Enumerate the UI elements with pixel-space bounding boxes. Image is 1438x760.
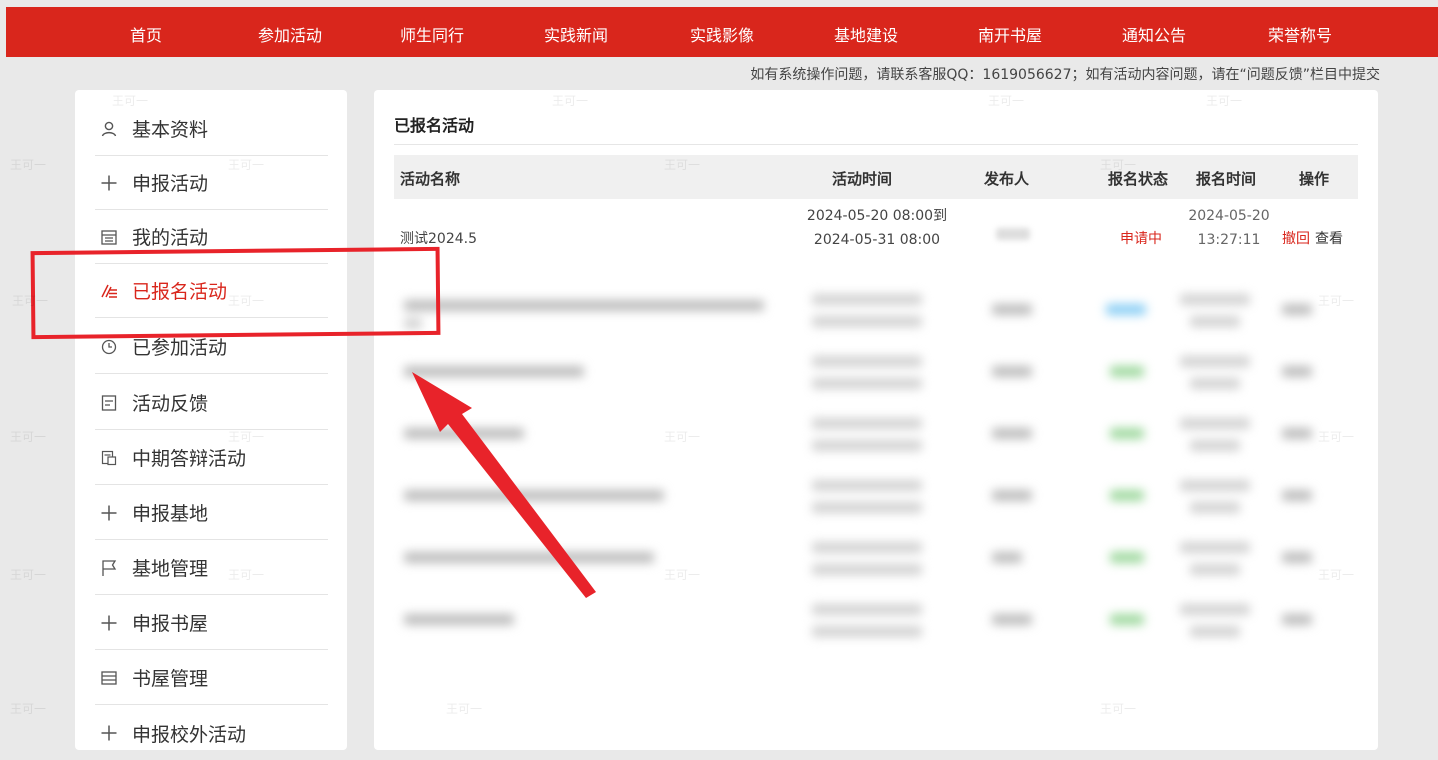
table-row: [394, 592, 1358, 652]
row-signup-time: 2024-05-20 13:27:11: [1184, 204, 1274, 252]
view-button[interactable]: 查看: [1315, 228, 1343, 248]
row-activity-time: 2024-05-20 08:00到 2024-05-31 08:00: [792, 204, 962, 252]
sidebar-item-activity-feedback[interactable]: 活动反馈: [95, 376, 328, 430]
user-icon: [98, 118, 120, 140]
table-row: [394, 344, 1358, 404]
sidebar-item-midterm-defense[interactable]: 中期答辩活动: [95, 431, 328, 485]
nav-honors[interactable]: 荣誉称号: [1268, 22, 1332, 46]
row-activity-name: 测试2024.5: [400, 231, 477, 247]
nav-base-building[interactable]: 基地建设: [834, 22, 898, 46]
sidebar-item-label: 书屋管理: [132, 668, 209, 690]
row-publisher-blurred: [996, 228, 1030, 240]
clock-icon: [98, 336, 120, 358]
col-activity-name: 活动名称: [400, 170, 461, 188]
sidebar: 基本资料 申报活动 我的活动 已报名活动 已参加活动 活动反馈 中期答辩活动 申…: [75, 90, 347, 750]
plus-icon: [98, 502, 120, 524]
nav-nankai-bookhouse[interactable]: 南开书屋: [978, 22, 1042, 46]
nav-practice-images[interactable]: 实践影像: [690, 22, 754, 46]
panel-title: 已报名活动: [394, 116, 475, 135]
table-row: [394, 282, 1358, 342]
watermark-text: 王可一: [10, 158, 47, 172]
sidebar-item-apply-external-activity[interactable]: 申报校外活动: [95, 706, 328, 760]
sidebar-item-label: 我的活动: [132, 227, 209, 249]
nav-announcements[interactable]: 通知公告: [1122, 22, 1186, 46]
col-publisher: 发布人: [984, 170, 1030, 188]
watermark-text: 王可一: [10, 568, 47, 582]
col-activity-time: 活动时间: [832, 170, 893, 188]
col-signup-time: 报名时间: [1196, 170, 1257, 188]
col-signup-status: 报名状态: [1108, 170, 1169, 188]
blurred-rows: [394, 282, 1358, 742]
row-signup-clock: 13:27:11: [1197, 232, 1261, 248]
sidebar-item-apply-bookhouse[interactable]: 申报书屋: [95, 596, 328, 650]
row-signup-date: 2024-05-20: [1188, 208, 1270, 224]
nav-home[interactable]: 首页: [130, 22, 162, 46]
watermark-text: 王可一: [10, 702, 47, 716]
nav-practice-news[interactable]: 实践新闻: [544, 22, 608, 46]
sidebar-item-label: 申报校外活动: [132, 723, 247, 746]
table-row: [394, 406, 1358, 466]
sidebar-item-label: 申报活动: [132, 173, 209, 195]
plus-icon: [98, 612, 120, 634]
row-time-end: 2024-05-31 08:00: [813, 232, 941, 248]
sidebar-item-label: 申报基地: [132, 503, 209, 525]
sidebar-item-label: 基本资料: [132, 119, 209, 141]
sidebar-item-bookhouse-management[interactable]: 书屋管理: [95, 651, 328, 705]
main-panel: 已报名活动 活动名称 活动时间 发布人 报名状态 报名时间 操作 测试2024.…: [374, 90, 1378, 750]
calendar-icon: [98, 226, 120, 248]
document-icon: [98, 447, 120, 469]
top-nav: 首页 参加活动 师生同行 实践新闻 实践影像 基地建设 南开书屋 通知公告 荣誉…: [6, 7, 1438, 57]
list-icon: [98, 667, 120, 689]
sidebar-item-label: 中期答辩活动: [132, 448, 247, 470]
withdraw-button[interactable]: 撤回: [1282, 228, 1310, 248]
sidebar-item-profile[interactable]: 基本资料: [95, 102, 328, 156]
sidebar-item-apply-base[interactable]: 申报基地: [95, 486, 328, 540]
sidebar-item-label: 基地管理: [132, 558, 209, 580]
table-row: [394, 468, 1358, 528]
sidebar-item-label: 申报书屋: [132, 613, 209, 635]
table-row: 测试2024.5 2024-05-20 08:00到 2024-05-31 08…: [394, 202, 1358, 280]
table-row: [394, 530, 1358, 590]
flag-icon: [98, 557, 120, 579]
title-divider: [394, 144, 1358, 145]
plus-icon: [98, 172, 120, 194]
row-signup-status: 申请中: [1120, 231, 1162, 247]
table-header: 活动名称 活动时间 发布人 报名状态 报名时间 操作: [394, 155, 1358, 199]
sidebar-item-apply-activity[interactable]: 申报活动: [95, 156, 328, 210]
sidebar-item-label: 活动反馈: [132, 393, 209, 415]
nav-teacher-student[interactable]: 师生同行: [400, 22, 464, 46]
feedback-icon: [98, 392, 120, 414]
plus-icon: [98, 722, 120, 744]
support-notice: 如有系统操作问题，请联系客服QQ：1619056627；如有活动内容问题，请在“…: [750, 67, 1380, 83]
watermark-text: 王可一: [10, 430, 47, 444]
annotation-highlight-box: [30, 246, 441, 340]
col-actions: 操作: [1299, 170, 1330, 188]
sidebar-item-base-management[interactable]: 基地管理: [95, 541, 328, 595]
nav-join-activity[interactable]: 参加活动: [258, 22, 322, 46]
row-time-start: 2024-05-20 08:00到: [806, 208, 948, 224]
